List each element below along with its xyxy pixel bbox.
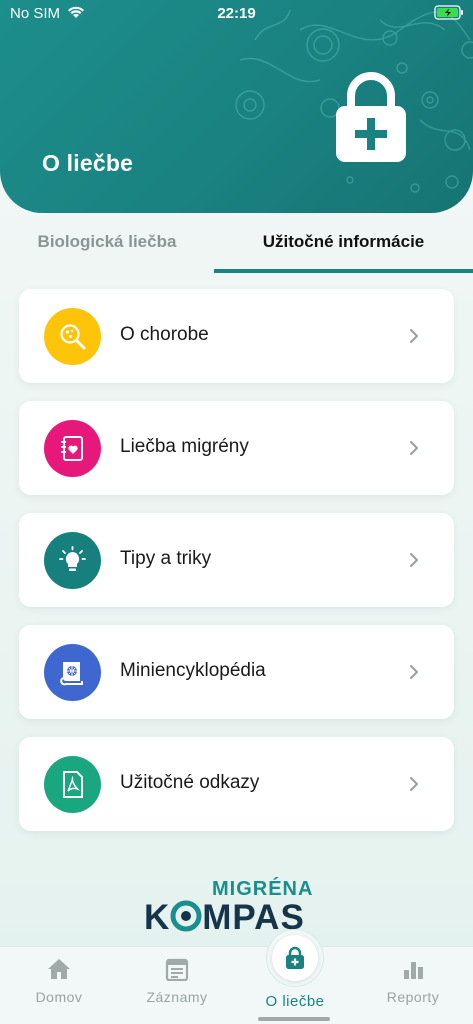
chevron-right-icon: [409, 328, 419, 344]
page-title: O liečbe: [42, 150, 134, 176]
menu-item-o-chorobe[interactable]: O chorobe: [19, 289, 454, 383]
bar-chart-icon: [404, 962, 423, 979]
nav-domov[interactable]: Domov: [0, 947, 118, 1024]
status-time: 22:19: [217, 5, 256, 22]
magnifier-virus-icon: [60, 324, 86, 350]
pdf-document-icon: [63, 771, 83, 798]
tab-biologicka-liecba[interactable]: Biologická liečba: [0, 218, 214, 274]
active-nav-bubble: [266, 929, 324, 987]
chevron-right-icon: [409, 776, 419, 792]
menu-item-label: Tipy a triky: [120, 548, 212, 569]
nav-o-liecbe[interactable]: O liečbe: [236, 929, 354, 1024]
active-tab-indicator: [214, 269, 473, 273]
chevron-right-icon: [409, 664, 419, 680]
menu-item-label: Užitočné odkazy: [120, 772, 260, 793]
menu-icon-circle: [44, 420, 101, 477]
menu-icon-circle: [44, 756, 101, 813]
home-indicator: [258, 1017, 330, 1021]
nav-reporty[interactable]: Reporty: [354, 947, 472, 1024]
menu-icon-circle: [44, 532, 101, 589]
menu-item-miniencyklopedia[interactable]: Miniencyklopédia: [19, 625, 454, 719]
active-nav-inner: [272, 935, 318, 981]
menu-item-liecba-migreny[interactable]: Liečba migrény: [19, 401, 454, 495]
notebook-heart-icon: [61, 436, 83, 461]
tab-bar: Biologická liečba Užitočné informácie: [0, 218, 473, 274]
menu-item-uzitocne-odkazy[interactable]: Užitočné odkazy: [19, 737, 454, 831]
book-globe-icon: [60, 662, 83, 686]
nav-label: Reporty: [386, 989, 440, 1005]
home-icon: [48, 959, 70, 979]
lock-plus-icon: [336, 72, 406, 162]
nav-label: O liečbe: [265, 993, 325, 1010]
logo-letter-k: K: [144, 898, 171, 937]
menu-item-label: Miniencyklopédia: [120, 660, 266, 681]
lightbulb-icon: [59, 546, 86, 571]
menu-icon-circle: [44, 644, 101, 701]
nav-label: Záznamy: [146, 989, 208, 1005]
nav-label: Domov: [35, 989, 83, 1005]
menu-icon-circle: [44, 308, 101, 365]
lock-plus-icon: [286, 946, 304, 969]
status-bar: No SIM 22:19: [0, 0, 473, 28]
chevron-right-icon: [409, 440, 419, 456]
tab-uzitocne-informacie[interactable]: Užitočné informácie: [214, 218, 473, 274]
menu-item-label: Liečba migrény: [120, 436, 249, 457]
menu-item-label: O chorobe: [120, 324, 209, 345]
menu-item-tipy-a-triky[interactable]: Tipy a triky: [19, 513, 454, 607]
header: No SIM 22:19 O liečbe: [0, 0, 473, 213]
calendar-icon: [165, 958, 189, 981]
battery-charging-icon: [434, 5, 463, 20]
nav-zaznamy[interactable]: Záznamy: [118, 947, 236, 1024]
bottom-nav: Domov Záznamy O liečbe Reporty: [0, 929, 473, 1024]
chevron-right-icon: [409, 552, 419, 568]
compass-o-icon: [170, 900, 202, 932]
